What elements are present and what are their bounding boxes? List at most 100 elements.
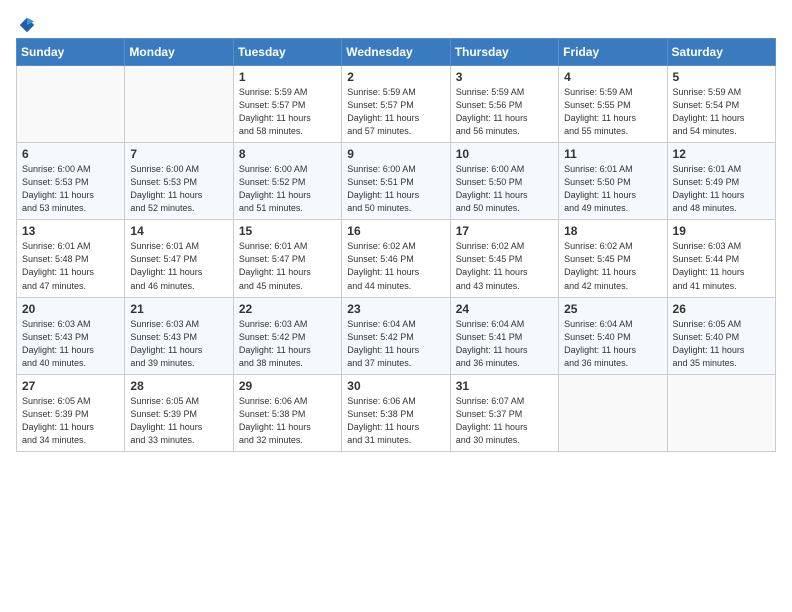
calendar-body: 1 Sunrise: 5:59 AM Sunset: 5:57 PM Daylig…	[17, 66, 776, 452]
day-number: 9	[347, 147, 444, 161]
calendar-cell: 1 Sunrise: 5:59 AM Sunset: 5:57 PM Daylig…	[233, 66, 341, 143]
calendar-cell: 15 Sunrise: 6:01 AM Sunset: 5:47 PM Dayli…	[233, 220, 341, 297]
dow-saturday: Saturday	[667, 39, 775, 66]
day-number: 17	[456, 224, 553, 238]
calendar-cell: 8 Sunrise: 6:00 AM Sunset: 5:52 PM Daylig…	[233, 143, 341, 220]
day-info: Sunrise: 6:01 AM Sunset: 5:47 PM Dayligh…	[239, 240, 336, 292]
day-info: Sunrise: 5:59 AM Sunset: 5:57 PM Dayligh…	[347, 86, 444, 138]
calendar-cell: 7 Sunrise: 6:00 AM Sunset: 5:53 PM Daylig…	[125, 143, 233, 220]
day-info: Sunrise: 6:04 AM Sunset: 5:40 PM Dayligh…	[564, 318, 661, 370]
day-info: Sunrise: 6:01 AM Sunset: 5:50 PM Dayligh…	[564, 163, 661, 215]
day-info: Sunrise: 6:00 AM Sunset: 5:53 PM Dayligh…	[130, 163, 227, 215]
day-number: 10	[456, 147, 553, 161]
calendar-cell: 16 Sunrise: 6:02 AM Sunset: 5:46 PM Dayli…	[342, 220, 450, 297]
day-info: Sunrise: 6:00 AM Sunset: 5:50 PM Dayligh…	[456, 163, 553, 215]
calendar-cell: 20 Sunrise: 6:03 AM Sunset: 5:43 PM Dayli…	[17, 297, 125, 374]
calendar-cell: 14 Sunrise: 6:01 AM Sunset: 5:47 PM Dayli…	[125, 220, 233, 297]
calendar-cell: 13 Sunrise: 6:01 AM Sunset: 5:48 PM Dayli…	[17, 220, 125, 297]
calendar-cell	[17, 66, 125, 143]
day-info: Sunrise: 6:03 AM Sunset: 5:43 PM Dayligh…	[22, 318, 119, 370]
week-row-2: 13 Sunrise: 6:01 AM Sunset: 5:48 PM Dayli…	[17, 220, 776, 297]
week-row-3: 20 Sunrise: 6:03 AM Sunset: 5:43 PM Dayli…	[17, 297, 776, 374]
day-info: Sunrise: 5:59 AM Sunset: 5:56 PM Dayligh…	[456, 86, 553, 138]
day-number: 26	[673, 302, 770, 316]
day-number: 11	[564, 147, 661, 161]
calendar-table: SundayMondayTuesdayWednesdayThursdayFrid…	[16, 38, 776, 452]
day-number: 4	[564, 70, 661, 84]
calendar-cell: 25 Sunrise: 6:04 AM Sunset: 5:40 PM Dayli…	[559, 297, 667, 374]
day-number: 20	[22, 302, 119, 316]
day-number: 3	[456, 70, 553, 84]
day-number: 18	[564, 224, 661, 238]
day-info: Sunrise: 6:01 AM Sunset: 5:47 PM Dayligh…	[130, 240, 227, 292]
day-info: Sunrise: 5:59 AM Sunset: 5:54 PM Dayligh…	[673, 86, 770, 138]
day-info: Sunrise: 6:05 AM Sunset: 5:39 PM Dayligh…	[22, 395, 119, 447]
day-info: Sunrise: 6:07 AM Sunset: 5:37 PM Dayligh…	[456, 395, 553, 447]
calendar-cell: 24Sunrise: 6:04 AM Sunset: 5:41 PM Dayli…	[450, 297, 558, 374]
day-number: 21	[130, 302, 227, 316]
calendar-cell: 9 Sunrise: 6:00 AM Sunset: 5:51 PM Daylig…	[342, 143, 450, 220]
day-number: 12	[673, 147, 770, 161]
calendar-cell: 17 Sunrise: 6:02 AM Sunset: 5:45 PM Dayli…	[450, 220, 558, 297]
day-info: Sunrise: 5:59 AM Sunset: 5:57 PM Dayligh…	[239, 86, 336, 138]
day-info: Sunrise: 6:04 AM Sunset: 5:41 PM Dayligh…	[456, 318, 553, 370]
day-number: 25	[564, 302, 661, 316]
day-number: 14	[130, 224, 227, 238]
calendar-cell: 22 Sunrise: 6:03 AM Sunset: 5:42 PM Dayli…	[233, 297, 341, 374]
calendar-cell: 4 Sunrise: 5:59 AM Sunset: 5:55 PM Daylig…	[559, 66, 667, 143]
day-number: 23	[347, 302, 444, 316]
calendar-cell: 11 Sunrise: 6:01 AM Sunset: 5:50 PM Dayli…	[559, 143, 667, 220]
day-number: 31	[456, 379, 553, 393]
day-number: 8	[239, 147, 336, 161]
day-number: 19	[673, 224, 770, 238]
day-info: Sunrise: 6:01 AM Sunset: 5:48 PM Dayligh…	[22, 240, 119, 292]
day-number: 16	[347, 224, 444, 238]
calendar-cell: 3 Sunrise: 5:59 AM Sunset: 5:56 PM Daylig…	[450, 66, 558, 143]
calendar-cell: 5 Sunrise: 5:59 AM Sunset: 5:54 PM Daylig…	[667, 66, 775, 143]
page-header	[16, 16, 776, 30]
day-info: Sunrise: 6:02 AM Sunset: 5:45 PM Dayligh…	[564, 240, 661, 292]
day-number: 29	[239, 379, 336, 393]
day-info: Sunrise: 6:03 AM Sunset: 5:44 PM Dayligh…	[673, 240, 770, 292]
day-info: Sunrise: 6:00 AM Sunset: 5:51 PM Dayligh…	[347, 163, 444, 215]
calendar-cell	[125, 66, 233, 143]
day-number: 22	[239, 302, 336, 316]
dow-wednesday: Wednesday	[342, 39, 450, 66]
day-number: 27	[22, 379, 119, 393]
day-number: 6	[22, 147, 119, 161]
day-number: 5	[673, 70, 770, 84]
day-info: Sunrise: 6:00 AM Sunset: 5:53 PM Dayligh…	[22, 163, 119, 215]
day-number: 1	[239, 70, 336, 84]
day-number: 7	[130, 147, 227, 161]
day-info: Sunrise: 5:59 AM Sunset: 5:55 PM Dayligh…	[564, 86, 661, 138]
day-info: Sunrise: 6:01 AM Sunset: 5:49 PM Dayligh…	[673, 163, 770, 215]
day-number: 28	[130, 379, 227, 393]
calendar-cell: 6 Sunrise: 6:00 AM Sunset: 5:53 PM Daylig…	[17, 143, 125, 220]
day-of-week-header-row: SundayMondayTuesdayWednesdayThursdayFrid…	[17, 39, 776, 66]
calendar-cell: 29Sunrise: 6:06 AM Sunset: 5:38 PM Dayli…	[233, 374, 341, 451]
day-info: Sunrise: 6:04 AM Sunset: 5:42 PM Dayligh…	[347, 318, 444, 370]
logo-icon	[18, 16, 36, 34]
day-number: 15	[239, 224, 336, 238]
day-info: Sunrise: 6:03 AM Sunset: 5:42 PM Dayligh…	[239, 318, 336, 370]
calendar-cell: 26 Sunrise: 6:05 AM Sunset: 5:40 PM Dayli…	[667, 297, 775, 374]
calendar-cell: 18 Sunrise: 6:02 AM Sunset: 5:45 PM Dayli…	[559, 220, 667, 297]
day-info: Sunrise: 6:05 AM Sunset: 5:39 PM Dayligh…	[130, 395, 227, 447]
week-row-1: 6 Sunrise: 6:00 AM Sunset: 5:53 PM Daylig…	[17, 143, 776, 220]
calendar-cell: 21 Sunrise: 6:03 AM Sunset: 5:43 PM Dayli…	[125, 297, 233, 374]
day-info: Sunrise: 6:00 AM Sunset: 5:52 PM Dayligh…	[239, 163, 336, 215]
calendar-cell: 30Sunrise: 6:06 AM Sunset: 5:38 PM Dayli…	[342, 374, 450, 451]
day-info: Sunrise: 6:02 AM Sunset: 5:45 PM Dayligh…	[456, 240, 553, 292]
dow-sunday: Sunday	[17, 39, 125, 66]
day-info: Sunrise: 6:03 AM Sunset: 5:43 PM Dayligh…	[130, 318, 227, 370]
calendar-cell: 12 Sunrise: 6:01 AM Sunset: 5:49 PM Dayli…	[667, 143, 775, 220]
day-number: 13	[22, 224, 119, 238]
dow-friday: Friday	[559, 39, 667, 66]
calendar-cell: 27 Sunrise: 6:05 AM Sunset: 5:39 PM Dayli…	[17, 374, 125, 451]
day-number: 30	[347, 379, 444, 393]
calendar-cell: 2Sunrise: 5:59 AM Sunset: 5:57 PM Daylig…	[342, 66, 450, 143]
calendar-cell: 23 Sunrise: 6:04 AM Sunset: 5:42 PM Dayli…	[342, 297, 450, 374]
day-info: Sunrise: 6:05 AM Sunset: 5:40 PM Dayligh…	[673, 318, 770, 370]
day-info: Sunrise: 6:02 AM Sunset: 5:46 PM Dayligh…	[347, 240, 444, 292]
dow-monday: Monday	[125, 39, 233, 66]
